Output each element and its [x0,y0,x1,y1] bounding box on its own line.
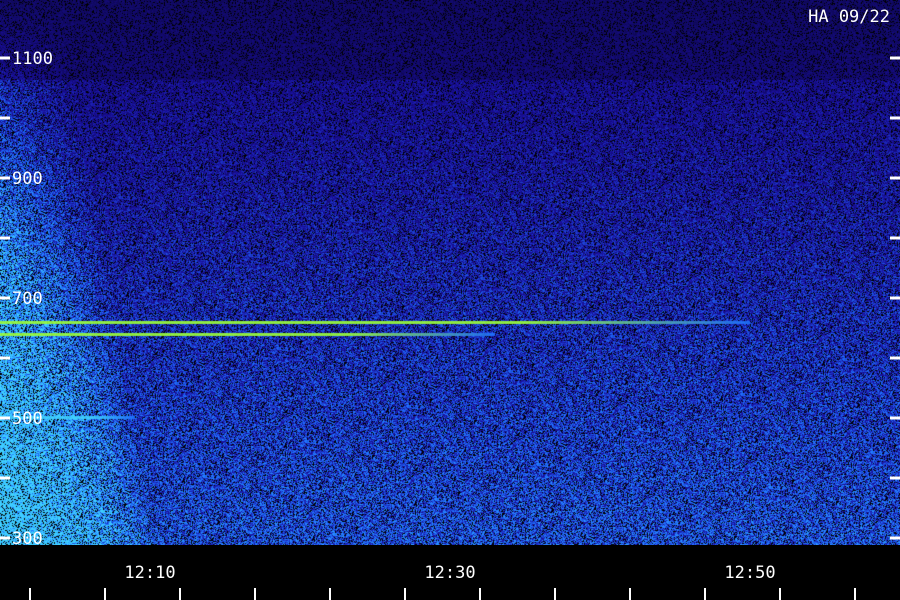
spectrogram-chart: 300 500 700 900 1100 12:10 12:30 12:50 HA 09/2… [0,0,900,600]
y-tick-label: 1100 [12,49,53,69]
y-tick-label: 300 [12,529,43,549]
y-axis-labels: 300 500 700 900 1100 [12,49,53,549]
spectrogram-axes: 300 500 700 900 1100 12:10 12:30 12:50 HA 09/2… [0,7,900,600]
y-tick-label: 700 [12,289,43,309]
x-tick-label: 12:30 [424,563,475,583]
y-tick-label: 500 [12,409,43,429]
y-axis-left [0,56,10,540]
x-axis [29,588,856,600]
chart-title: HA 09/22 [808,7,890,27]
y-axis-right [890,56,900,540]
x-tick-label: 12:50 [724,563,775,583]
x-axis-labels: 12:10 12:30 12:50 [124,563,775,583]
y-tick-label: 900 [12,169,43,189]
x-tick-label: 12:10 [124,563,175,583]
